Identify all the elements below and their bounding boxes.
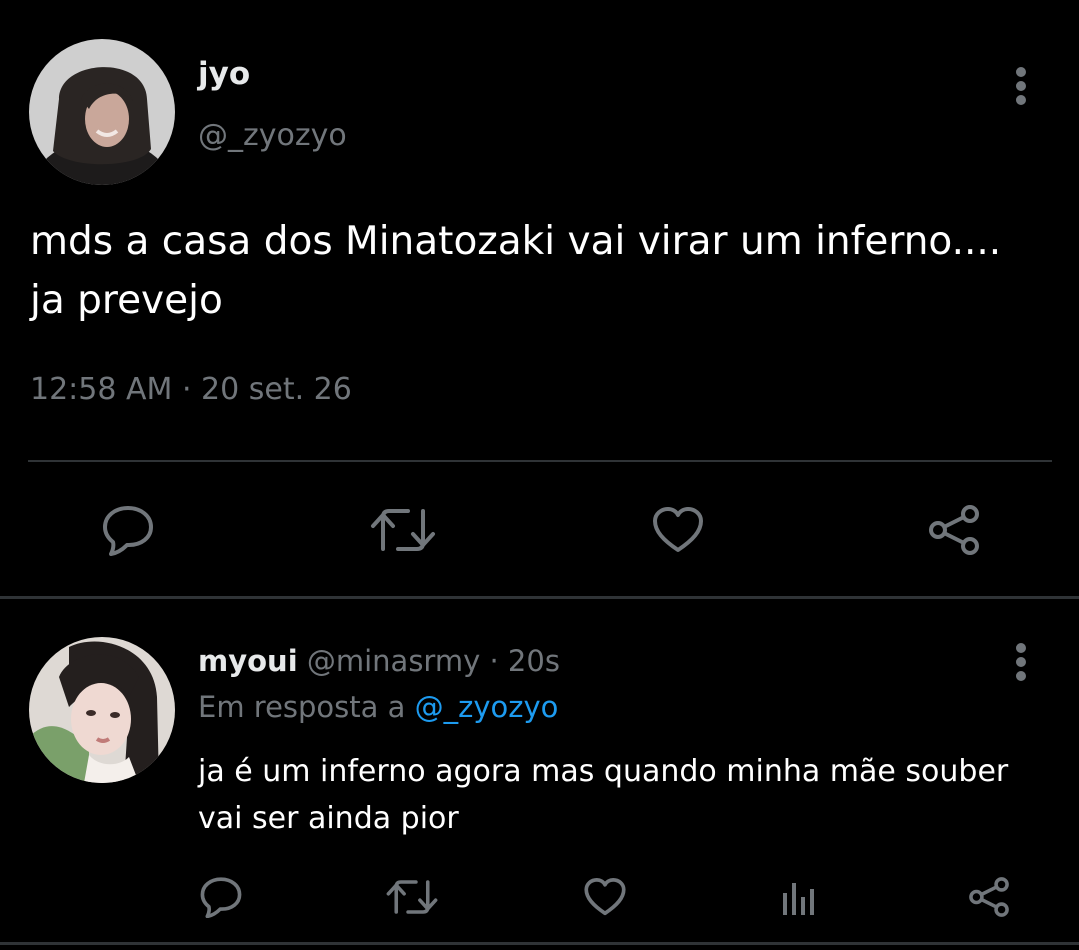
reply-reply-button[interactable]: [196, 872, 246, 922]
main-author-name[interactable]: jyo: [198, 56, 250, 92]
analytics-icon: [783, 883, 814, 915]
reply-share-button[interactable]: [964, 872, 1014, 922]
vertical-ellipsis-icon: [1016, 643, 1026, 681]
main-tweet-text: mds a casa dos Minatozaki vai virar um i…: [30, 219, 1002, 323]
share-icon: [929, 505, 979, 555]
reply-icon: [103, 506, 153, 556]
main-like-button[interactable]: [648, 500, 708, 560]
reply-tweet-text: ja é um inferno agora mas quando minha m…: [198, 754, 1009, 836]
tweet-time: 12:58 AM: [30, 372, 173, 407]
meta-separator: ·: [181, 372, 192, 407]
reply-time[interactable]: 20s: [508, 644, 560, 678]
reply-separator: ·: [489, 644, 499, 678]
reply-icon: [200, 877, 242, 918]
main-more-button[interactable]: [1001, 56, 1041, 116]
reply-author-avatar[interactable]: [29, 637, 175, 783]
replying-to: Em resposta a @_zyozyo: [198, 690, 558, 724]
main-author-avatar[interactable]: [29, 39, 175, 185]
reply-analytics-button[interactable]: [774, 872, 824, 922]
reply-like-button[interactable]: [580, 872, 630, 922]
replying-to-handle-link[interactable]: @_zyozyo: [415, 690, 559, 724]
vertical-ellipsis-icon: [1016, 67, 1026, 105]
like-icon: [584, 878, 626, 916]
divider: [28, 460, 1052, 462]
reply-retweet-button[interactable]: [384, 872, 440, 922]
like-icon: [653, 507, 703, 552]
share-icon: [969, 877, 1009, 917]
reply-more-button[interactable]: [1001, 632, 1041, 692]
reply-author-name[interactable]: myoui: [198, 644, 298, 678]
tweet-detail-page: jyo @_zyozyo mds a casa dos Minatozaki v…: [0, 0, 1079, 950]
retweet-icon: [371, 509, 435, 551]
reply-header: myoui @minasrmy · 20s: [198, 644, 560, 678]
main-reply-button[interactable]: [98, 500, 158, 560]
main-retweet-button[interactable]: [368, 500, 438, 560]
bottom-divider: [0, 942, 1079, 945]
main-author-handle[interactable]: @_zyozyo: [198, 118, 347, 153]
replying-to-label: Em resposta a: [198, 690, 406, 724]
reply-author-handle[interactable]: @minasrmy: [307, 644, 480, 678]
section-divider: [0, 596, 1079, 599]
tweet-date: 20 set. 26: [201, 372, 352, 407]
main-tweet-timestamp[interactable]: 12:58 AM · 20 set. 26: [30, 372, 352, 407]
main-share-button[interactable]: [924, 500, 984, 560]
retweet-icon: [386, 880, 438, 914]
